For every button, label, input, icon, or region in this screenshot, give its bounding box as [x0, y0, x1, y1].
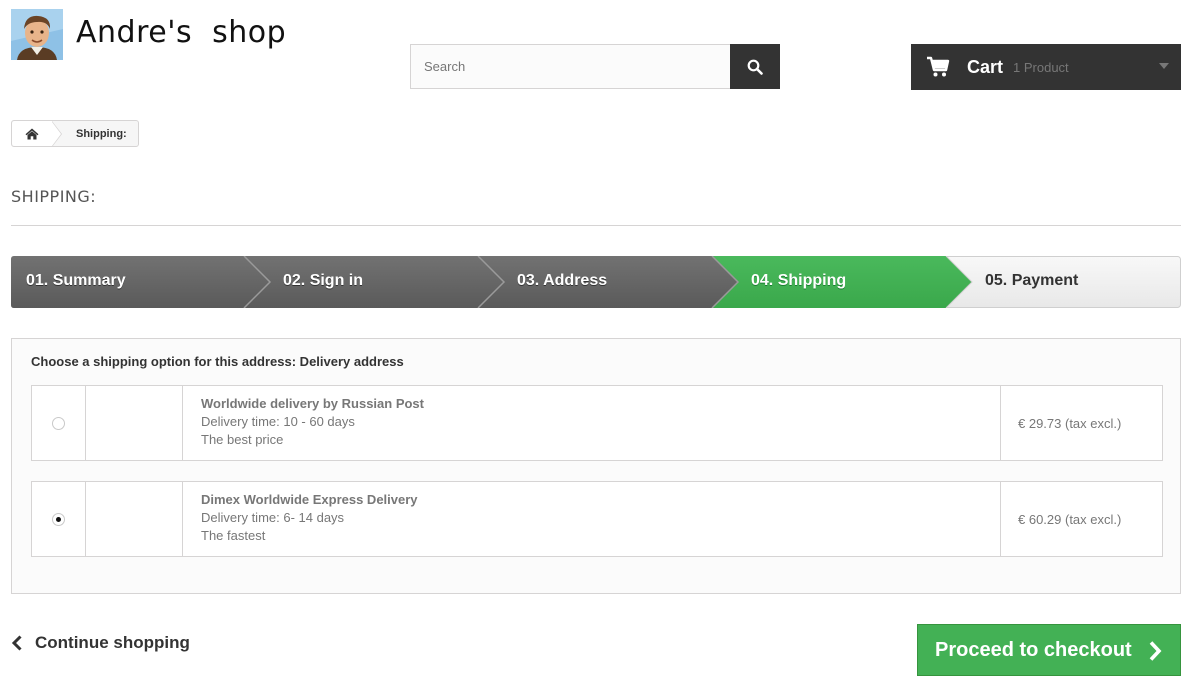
shop-title[interactable]: Andre's shop — [76, 15, 286, 50]
search-button[interactable] — [730, 44, 780, 89]
breadcrumb: Shipping: — [11, 120, 139, 147]
delivery-intro: Choose a shipping option for this addres… — [31, 354, 404, 369]
carrier-radio[interactable] — [32, 386, 86, 460]
chevron-down-icon — [1159, 63, 1169, 69]
carrier-info: Dimex Worldwide Express Delivery Deliver… — [183, 482, 1001, 556]
carrier-logo — [86, 482, 183, 556]
proceed-to-checkout-button[interactable]: Proceed to checkout — [917, 624, 1181, 676]
chevron-right-icon — [1149, 641, 1162, 661]
search-form — [410, 44, 780, 89]
radio-unchecked-icon[interactable] — [52, 416, 65, 430]
carrier-price: € 29.73 (tax excl.) — [1018, 415, 1122, 431]
carrier-option[interactable]: Worldwide delivery by Russian Post Deliv… — [31, 385, 1163, 461]
carrier-note: The best price — [201, 432, 284, 447]
carrier-logo — [86, 386, 183, 460]
breadcrumb-home[interactable] — [12, 121, 62, 147]
continue-shopping-link[interactable]: Continue shopping — [11, 633, 190, 653]
step-sign-in[interactable]: 02. Sign in — [283, 272, 363, 290]
step-shipping: 04. Shipping — [751, 272, 847, 289]
delivery-options: Choose a shipping option for this addres… — [11, 338, 1181, 594]
avatar-icon — [11, 9, 63, 60]
home-icon — [25, 128, 39, 139]
step-address[interactable]: 03. Address — [517, 272, 607, 290]
checkout-steps: 01. Summary 02. Sign in 03. Address 04. … — [11, 256, 1181, 308]
shop-logo[interactable] — [11, 9, 63, 60]
carrier-name: Worldwide delivery by Russian Post — [201, 396, 424, 411]
checkout-label: Proceed to checkout — [935, 638, 1132, 661]
search-input[interactable] — [410, 44, 731, 89]
page-title: SHIPPING: — [11, 187, 97, 206]
shopping-cart-icon — [926, 56, 950, 78]
carrier-delivery-time: Delivery time: 10 - 60 days — [201, 414, 355, 429]
search-icon — [747, 59, 763, 75]
carrier-note: The fastest — [201, 528, 266, 543]
carrier-price: € 60.29 (tax excl.) — [1018, 511, 1122, 527]
cart-button[interactable]: Cart 1 Product — [911, 44, 1181, 90]
cart-label: Cart — [967, 56, 1004, 77]
carrier-option[interactable]: Dimex Worldwide Express Delivery Deliver… — [31, 481, 1163, 557]
carrier-radio[interactable] — [32, 482, 86, 556]
carrier-name: Dimex Worldwide Express Delivery — [201, 492, 418, 507]
breadcrumb-current: Shipping: — [76, 127, 127, 140]
divider — [11, 225, 1181, 226]
carrier-delivery-time: Delivery time: 6- 14 days — [201, 510, 345, 525]
carrier-info: Worldwide delivery by Russian Post Deliv… — [183, 386, 1001, 460]
step-summary[interactable]: 01. Summary — [26, 272, 126, 290]
chevron-left-icon — [11, 635, 22, 651]
cart-count: 1 Product — [1013, 59, 1069, 75]
radio-checked-icon[interactable] — [52, 512, 65, 526]
continue-shopping-label[interactable]: Continue shopping — [35, 633, 190, 653]
step-payment: 05. Payment — [985, 272, 1079, 289]
